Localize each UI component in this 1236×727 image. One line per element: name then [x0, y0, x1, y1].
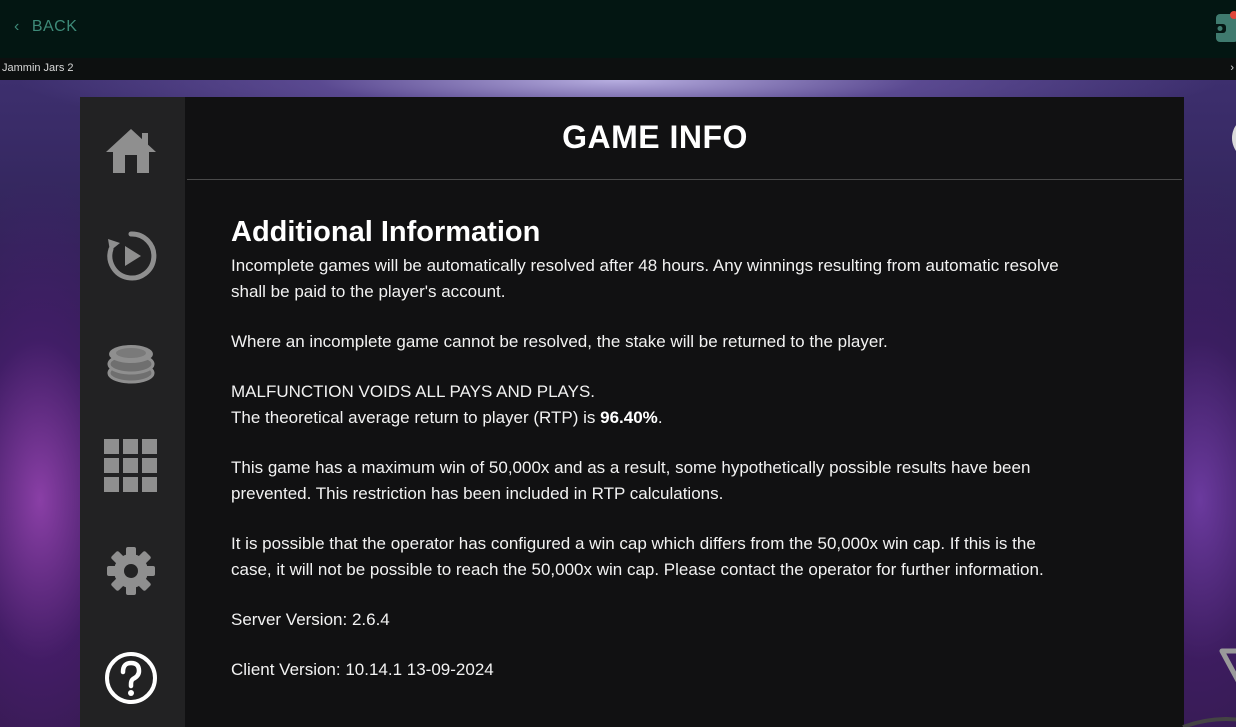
bottom-button-edge	[1182, 717, 1236, 727]
title-strip: Jammin Jars 2 ›	[0, 58, 1236, 80]
malfunction-paragraph: MALFUNCTION VOIDS ALL PAYS AND PLAYS. Th…	[231, 379, 1071, 431]
top-bar: ‹ BACK	[0, 0, 1236, 58]
home-icon	[106, 129, 156, 173]
game-title: Jammin Jars 2	[2, 62, 74, 74]
malfunction-text: MALFUNCTION VOIDS ALL PAYS AND PLAYS.	[231, 382, 596, 401]
sidebar-item-replay[interactable]	[100, 225, 162, 287]
strip-glyph: ›	[1230, 62, 1234, 74]
coins-icon	[107, 345, 155, 384]
menu-sidebar	[80, 97, 185, 727]
wallet-icon[interactable]	[1212, 10, 1236, 44]
page-title: GAME INFO	[562, 119, 748, 155]
sidebar-item-home[interactable]	[100, 119, 162, 181]
help-icon	[105, 652, 157, 704]
max-win-paragraph: This game has a maximum win of 50,000x a…	[231, 458, 1031, 503]
sidebar-item-help[interactable]	[100, 647, 162, 709]
back-button[interactable]: ‹ BACK	[14, 17, 77, 37]
replay-icon	[107, 231, 157, 281]
sidebar-item-settings[interactable]	[100, 540, 162, 602]
sidebar-item-paytable[interactable]	[100, 435, 162, 497]
header-divider	[187, 179, 1182, 180]
grid-icon	[104, 439, 157, 492]
rtp-value: 96.40%	[600, 408, 658, 427]
chevron-left-icon: ‹	[14, 18, 20, 35]
rtp-prefix: The theoretical average return to player…	[231, 408, 601, 427]
back-label: BACK	[31, 18, 78, 35]
rtp-suffix: .	[657, 408, 663, 427]
gear-icon	[107, 547, 155, 595]
win-cap-paragraph: It is possible that the operator has con…	[231, 534, 1044, 579]
client-version: Client Version: 10.14.1 13-09-2024	[231, 660, 494, 679]
scroll-down-shield-icon[interactable]	[1219, 646, 1236, 692]
server-version: Server Version: 2.6.4	[231, 610, 390, 629]
sidebar-item-bet[interactable]	[100, 331, 162, 393]
section-heading: Additional Information	[231, 216, 541, 248]
stake-return-paragraph: Where an incomplete game cannot be resol…	[231, 332, 888, 351]
info-text: Additional Information Incomplete games …	[231, 215, 1071, 683]
info-content: GAME INFO Additional Information Incompl…	[185, 97, 1236, 727]
incomplete-games-paragraph: Incomplete games will be automatically r…	[231, 256, 1059, 301]
game-info-panel: GAME INFO Additional Information Incompl…	[80, 97, 1236, 727]
